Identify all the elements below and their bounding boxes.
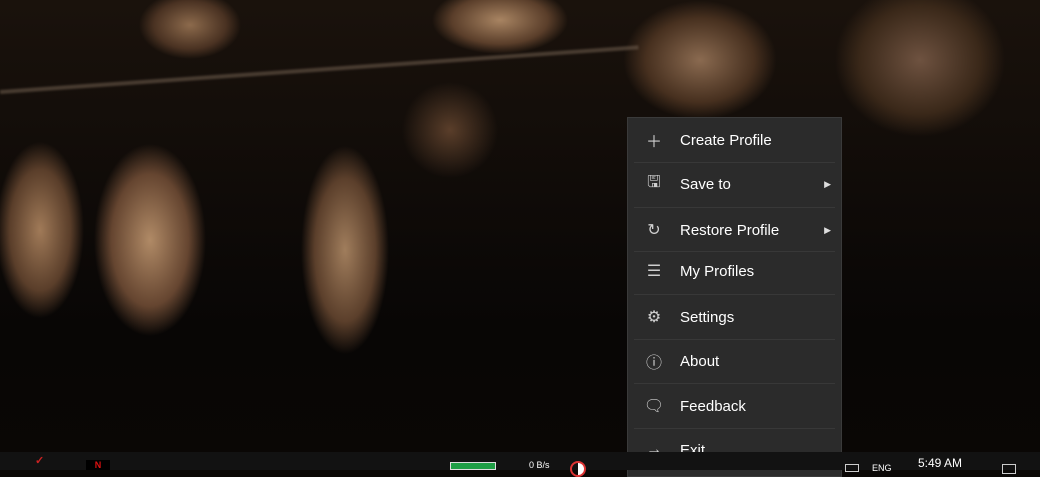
menu-item-restore-profile[interactable]: ↻ Restore Profile ▶	[628, 208, 841, 252]
menu-item-label: Save to	[680, 175, 731, 193]
menu-item-about[interactable]: ⓘ About	[628, 339, 841, 383]
restore-icon: ↻	[647, 222, 661, 239]
notification-icon[interactable]	[1002, 464, 1016, 474]
menu-item-feedback[interactable]: 🗨 Feedback	[628, 384, 841, 428]
menu-item-create-profile[interactable]: ＋ Create Profile	[628, 118, 841, 162]
menu-item-label: Restore Profile	[680, 221, 780, 239]
menu-item-label: My Profiles	[680, 262, 755, 280]
list-icon: ☰	[646, 263, 662, 280]
menu-item-label: Settings	[680, 308, 735, 326]
feedback-icon: 🗨	[643, 398, 665, 415]
context-menu: ＋ Create Profile 🖫 Save to ▶ ↻ Restore Profi…	[627, 117, 842, 477]
menu-item-my-profiles[interactable]: ☰ My Profiles	[628, 249, 841, 293]
plus-icon: ＋	[645, 134, 662, 151]
menu-item-save-to[interactable]: 🖫 Save to ▶	[628, 162, 841, 206]
gear-icon: ⚙	[646, 309, 662, 326]
battery-meter[interactable]	[450, 462, 496, 470]
chevron-right-icon: ▶	[824, 178, 831, 189]
tray-icon[interactable]	[845, 464, 859, 472]
menu-item-settings[interactable]: ⚙ Settings	[628, 295, 841, 339]
taskbar: ✓ N 0 B/s ENG 5:49 AM	[0, 452, 1040, 477]
save-icon: 🖫	[647, 173, 661, 191]
app-icon-red[interactable]: ✓	[35, 454, 47, 470]
network-speed: 0 B/s	[529, 460, 550, 470]
menu-item-label: About	[680, 352, 720, 370]
cpu-gauge-icon[interactable]	[570, 461, 586, 477]
menu-item-label: Create Profile	[680, 131, 772, 149]
language-indicator[interactable]: ENG	[872, 463, 892, 473]
clock-time[interactable]: 5:49 AM	[918, 456, 962, 470]
netflix-icon[interactable]: N	[86, 460, 110, 470]
chevron-right-icon: ▶	[824, 224, 831, 235]
info-icon: ⓘ	[645, 355, 662, 372]
desktop-wallpaper	[0, 0, 1040, 470]
menu-item-label: Feedback	[680, 397, 746, 415]
